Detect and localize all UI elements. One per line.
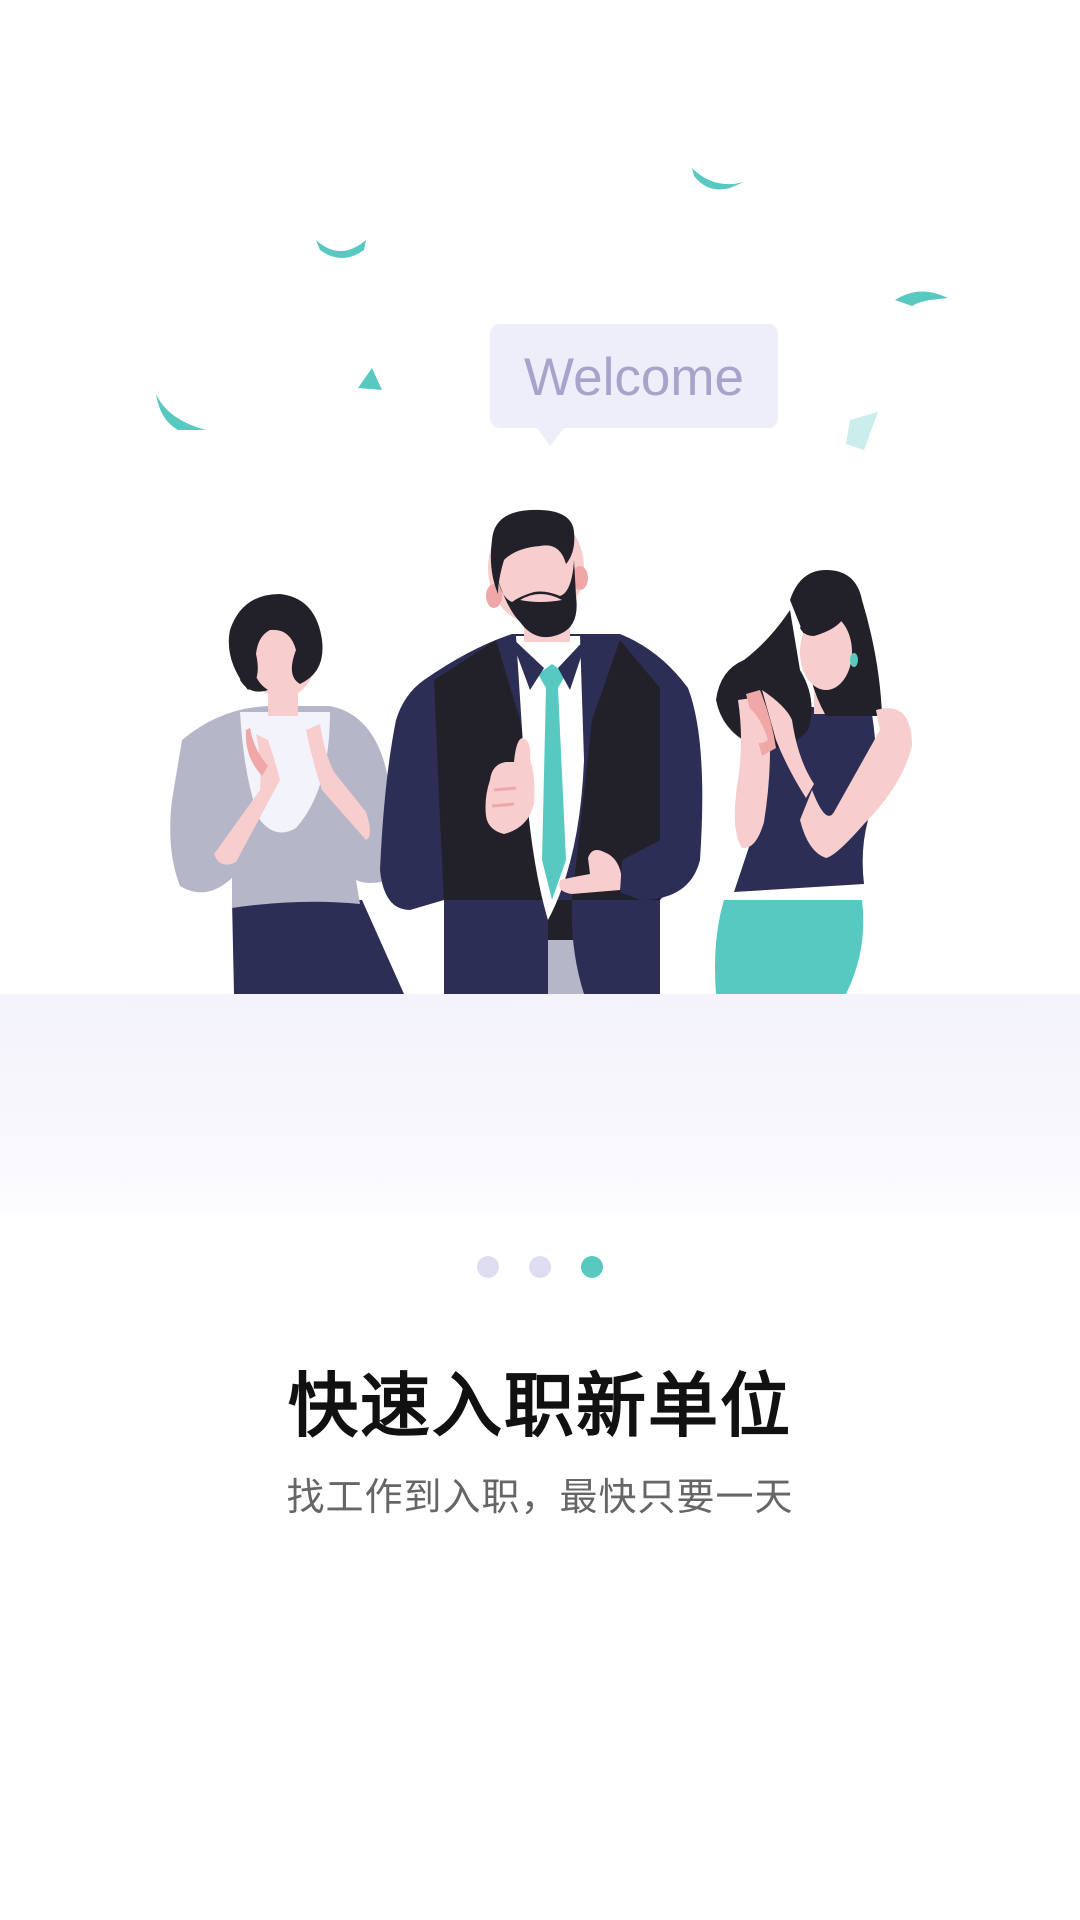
man-center-figure (380, 509, 703, 994)
onboarding-subtitle: 找工作到入职，最快只要一天 (286, 1475, 794, 1519)
onboarding-screen: Welcome 快速入职新单位 找工作到入职，最快只要一天 (0, 0, 1080, 1920)
hero-illustration: Welcome (0, 0, 1080, 1215)
woman-left-figure (170, 594, 404, 994)
page-indicator-dot-3-active[interactable] (581, 1256, 603, 1278)
speech-bubble-text: Welcome (524, 348, 744, 407)
page-indicator-dot-2[interactable] (529, 1256, 551, 1278)
page-indicator (0, 1256, 1080, 1278)
woman-right-figure (715, 570, 912, 994)
onboarding-title: 快速入职新单位 (288, 1365, 792, 1447)
page-indicator-dot-1[interactable] (477, 1256, 499, 1278)
speech-bubble: Welcome (490, 324, 778, 446)
